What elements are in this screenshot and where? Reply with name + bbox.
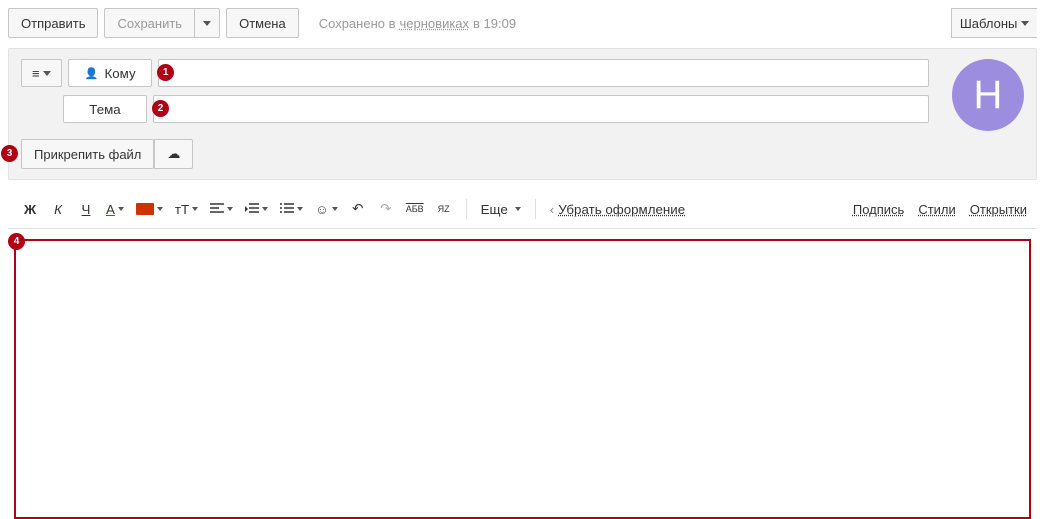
highlight-icon <box>136 203 154 215</box>
subject-label-button[interactable]: Тема <box>63 95 147 123</box>
separator <box>466 199 467 219</box>
redo-icon: ↷ <box>380 201 391 217</box>
caret-down-icon <box>43 71 51 76</box>
attach-file-button[interactable]: Прикрепить файл <box>21 139 154 169</box>
italic-button[interactable]: К <box>46 196 70 222</box>
drafts-link[interactable]: черновиках <box>400 16 470 31</box>
message-body-editor[interactable]: 4 <box>14 239 1031 519</box>
to-input[interactable] <box>158 59 929 87</box>
save-status: Сохранено в черновиках в 19:09 <box>319 16 516 31</box>
font-color-button[interactable]: A <box>102 196 128 222</box>
translit-button[interactable]: ЯZ <box>432 196 456 222</box>
top-bar: Отправить Сохранить Отмена Сохранено в ч… <box>0 0 1045 48</box>
cancel-button[interactable]: Отмена <box>226 8 299 38</box>
separator <box>535 199 536 219</box>
spellcheck-button[interactable]: АБВ <box>402 196 428 222</box>
font-size-button[interactable]: тТ <box>171 196 202 222</box>
list-button[interactable] <box>276 196 307 222</box>
cloud-icon: ☁ <box>167 146 180 162</box>
avatar-wrap: Н <box>952 59 1024 131</box>
underline-button[interactable]: Ч <box>74 196 98 222</box>
emoji-button[interactable]: ☺ <box>311 196 342 222</box>
annotation-2: 2 <box>152 100 169 117</box>
cards-link[interactable]: Открытки <box>970 202 1027 217</box>
avatar[interactable]: Н <box>952 59 1024 131</box>
to-label-button[interactable]: 👤 Кому <box>68 59 152 87</box>
send-button[interactable]: Отправить <box>8 8 98 38</box>
caret-down-icon <box>203 21 211 26</box>
attach-cloud-button[interactable]: ☁ <box>154 139 193 169</box>
indent-icon <box>245 203 259 215</box>
styles-link[interactable]: Стили <box>918 202 955 217</box>
indent-button[interactable] <box>241 196 272 222</box>
bold-button[interactable]: Ж <box>18 196 42 222</box>
align-button[interactable] <box>206 196 237 222</box>
format-toolbar: Ж К Ч A тТ ☺ ↶ ↷ АБВ ЯZ Еще ‹ Убрать офо… <box>8 190 1037 229</box>
compose-panel: Н ≡ 👤 Кому 1 Тема 2 3 При <box>8 48 1037 180</box>
undo-button[interactable]: ↶ <box>346 196 370 222</box>
chevron-left-icon: ‹ <box>550 202 554 217</box>
to-row: ≡ 👤 Кому 1 <box>21 59 929 87</box>
caret-down-icon <box>1021 21 1029 26</box>
align-icon <box>210 203 224 215</box>
signature-link[interactable]: Подпись <box>853 202 904 217</box>
redo-button[interactable]: ↷ <box>374 196 398 222</box>
save-split: Сохранить <box>104 8 220 38</box>
smile-icon: ☺ <box>315 202 329 217</box>
annotation-3: 3 <box>1 145 18 162</box>
person-icon: 👤 <box>85 67 99 80</box>
attach-row: 3 Прикрепить файл ☁ <box>21 139 929 169</box>
highlight-button[interactable] <box>132 196 167 222</box>
subject-input[interactable] <box>153 95 929 123</box>
list-icon <box>280 203 294 215</box>
templates-button[interactable]: Шаблоны <box>951 8 1037 38</box>
templates-split: Шаблоны <box>951 8 1037 38</box>
save-button[interactable]: Сохранить <box>104 8 194 38</box>
undo-icon: ↶ <box>352 201 363 217</box>
subject-row: Тема 2 <box>21 95 929 123</box>
annotation-4: 4 <box>8 233 25 250</box>
view-options-button[interactable]: ≡ <box>21 59 62 87</box>
clear-format-button[interactable]: ‹ Убрать оформление <box>546 196 689 222</box>
save-dropdown-button[interactable] <box>194 8 220 38</box>
more-button[interactable]: Еще <box>477 196 525 222</box>
